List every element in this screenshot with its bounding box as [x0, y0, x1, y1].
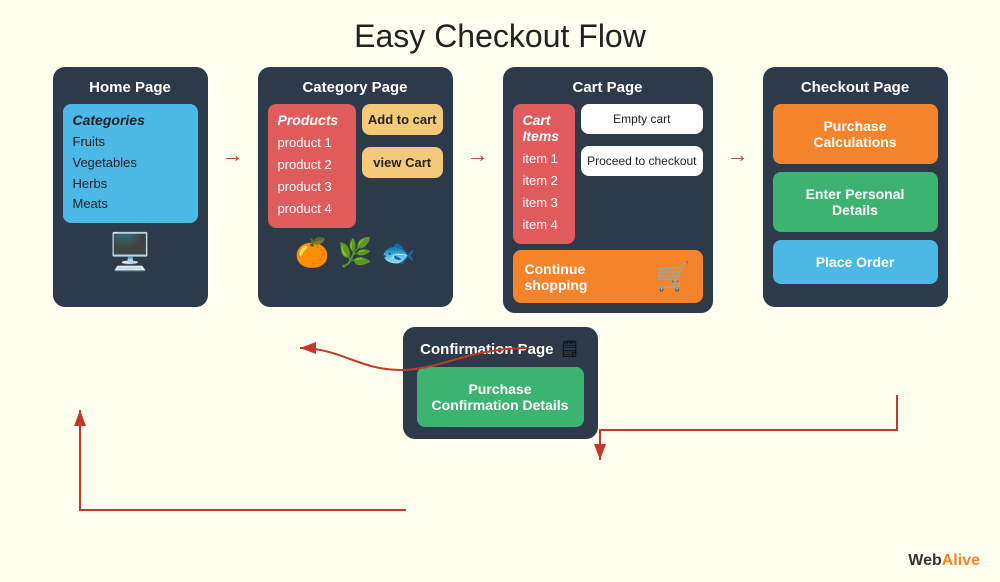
view-cart-button[interactable]: view Cart	[362, 147, 443, 178]
confirmation-page-card: Confirmation Page 🗒 Purchase Confirmatio…	[403, 327, 598, 439]
brand-alive: Alive	[942, 552, 980, 569]
home-page-card: Home Page Categories FruitsVegetablesHer…	[53, 67, 208, 307]
confirmation-icon: 🗒	[560, 339, 580, 359]
fish-icon: 🐟	[380, 236, 415, 269]
cart-items-title: Cart Items	[523, 112, 566, 144]
products-title: Products	[278, 112, 346, 128]
cart-items-box: Cart Items item 1item 2item 3item 4	[513, 104, 576, 244]
home-page-title: Home Page	[63, 79, 198, 96]
shopping-cart-icon: 🛒	[656, 260, 691, 293]
webalive-brand: WebAlive	[908, 552, 980, 570]
confirmation-page-title: Confirmation Page	[420, 341, 553, 358]
arrow-cart-to-checkout: →	[723, 67, 753, 168]
cart-items-list: item 1item 2item 3item 4	[523, 148, 566, 236]
categories-title: Categories	[73, 112, 188, 128]
page-title: Easy Checkout Flow	[0, 0, 1000, 67]
arrow-category-to-cart: →	[463, 67, 493, 168]
add-to-cart-button[interactable]: Add to cart	[362, 104, 443, 135]
empty-cart-button[interactable]: Empty cart	[581, 104, 702, 134]
products-list: product 1product 2product 3product 4	[278, 132, 346, 220]
arrow-home-to-category: →	[218, 67, 248, 168]
continue-shopping-button[interactable]: Continue shopping 🛒	[513, 250, 703, 303]
flow-container: Home Page Categories FruitsVegetablesHer…	[0, 67, 1000, 313]
cart-btn-stack: Empty cart Proceed to checkout	[581, 104, 702, 244]
cart-page-title: Cart Page	[513, 79, 703, 96]
herb-icon: 🌿	[338, 236, 373, 269]
category-page-title: Category Page	[268, 79, 443, 96]
computer-icon: 🖥️	[63, 231, 198, 273]
category-btn-stack: Add to cart view Cart	[362, 104, 443, 228]
continue-shopping-label: Continue shopping	[525, 261, 648, 293]
place-order-button[interactable]: Place Order	[773, 240, 938, 284]
category-emoji-row: 🍊 🌿 🐟	[268, 236, 443, 269]
confirmation-section: Confirmation Page 🗒 Purchase Confirmatio…	[0, 327, 1000, 439]
brand-web: Web	[908, 552, 941, 569]
categories-list: FruitsVegetablesHerbsMeats	[73, 132, 188, 215]
purchase-calculations-button[interactable]: Purchase Calculations	[773, 104, 938, 164]
cart-items-section: Cart Items item 1item 2item 3item 4 Empt…	[513, 104, 703, 244]
checkout-page-card: Checkout Page Purchase Calculations Ente…	[763, 67, 948, 307]
products-box: Products product 1product 2product 3prod…	[268, 104, 356, 228]
confirmation-title-row: Confirmation Page 🗒	[417, 339, 584, 359]
products-section: Products product 1product 2product 3prod…	[268, 104, 443, 228]
checkout-page-title: Checkout Page	[773, 79, 938, 96]
personal-details-button[interactable]: Enter Personal Details	[773, 172, 938, 232]
cart-page-card: Cart Page Cart Items item 1item 2item 3i…	[503, 67, 713, 313]
fruit-icon: 🍊	[295, 236, 330, 269]
categories-box: Categories FruitsVegetablesHerbsMeats	[63, 104, 198, 223]
confirmation-details-button[interactable]: Purchase Confirmation Details	[417, 367, 584, 427]
proceed-to-checkout-button[interactable]: Proceed to checkout	[581, 146, 702, 176]
category-page-card: Category Page Products product 1product …	[258, 67, 453, 307]
